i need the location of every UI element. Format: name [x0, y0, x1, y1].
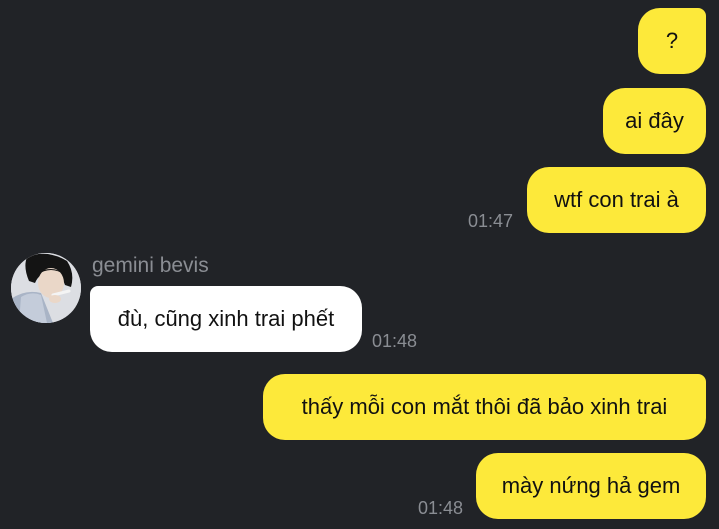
message-text: ?	[665, 28, 679, 53]
message-bubble-outgoing[interactable]: ?	[638, 8, 706, 74]
message-timestamp: 01:48	[418, 498, 464, 518]
message-text: mày nứng hả gem	[501, 473, 681, 498]
message-text: thấy mỗi con mắt thôi đã bảo xinh trai	[301, 394, 668, 419]
message-bubble-incoming[interactable]: đù, cũng xinh trai phết	[90, 286, 362, 352]
message-bubble-outgoing[interactable]: wtf con trai à	[527, 167, 706, 233]
message-text: wtf con trai à	[554, 187, 679, 212]
contact-avatar[interactable]	[11, 253, 81, 323]
message-text: đù, cũng xinh trai phết	[117, 306, 335, 331]
message-text: ai đây	[625, 108, 684, 133]
message-bubble-outgoing[interactable]: ai đây	[603, 88, 706, 154]
avatar-photo-icon	[11, 253, 81, 323]
message-timestamp: 01:48	[372, 331, 418, 351]
message-bubble-outgoing[interactable]: thấy mỗi con mắt thôi đã bảo xinh trai	[263, 374, 706, 440]
message-timestamp: 01:47	[468, 211, 514, 231]
message-bubble-outgoing[interactable]: mày nứng hả gem	[476, 453, 706, 519]
sender-name: gemini bevis	[92, 254, 209, 277]
